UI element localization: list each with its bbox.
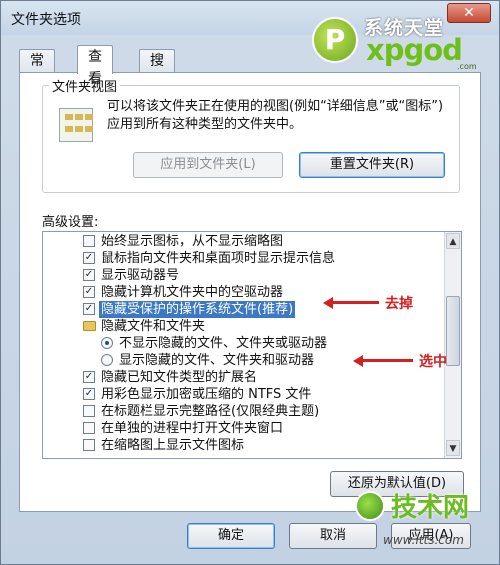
radio-button[interactable]	[101, 354, 113, 366]
checkbox[interactable]	[83, 405, 95, 417]
folder-view-icon	[59, 108, 93, 142]
vertical-scrollbar[interactable]: ▲ ▼	[444, 232, 461, 458]
view-tab-panel: 文件夹视图 可以将该文件夹正在使用的视图(例如“详细信息”或“图标”)应用到所有…	[19, 72, 481, 512]
folder-view-group: 文件夹视图 可以将该文件夹正在使用的视图(例如“详细信息”或“图标”)应用到所有…	[42, 76, 460, 193]
tab-view[interactable]: 查看	[77, 45, 113, 87]
checkbox[interactable]: ✓	[83, 371, 95, 383]
checkbox[interactable]: ✓	[83, 269, 95, 281]
watermark-url: www.itts.com	[383, 533, 464, 547]
radio-button[interactable]	[101, 337, 113, 349]
checkbox[interactable]	[83, 235, 95, 247]
advanced-settings-list[interactable]: 始终显示图标，从不显示缩略图 ✓ 鼠标指向文件夹和桌面项时显示提示信息 ✓ 显示…	[42, 231, 462, 459]
scroll-up-arrow-icon[interactable]: ▲	[446, 233, 460, 249]
folder-options-dialog: 文件夹选项 ✕ P 系统天堂 xpgod .com 常规 查看 搜索 文件夹视图…	[0, 0, 500, 565]
apply-to-folders-button[interactable]: 应用到文件夹(L)	[133, 152, 283, 178]
scroll-down-arrow-icon[interactable]: ▼	[446, 440, 460, 456]
checkbox[interactable]	[83, 439, 95, 451]
annotation-select: 选中	[419, 354, 447, 370]
annotation-remove: 去掉	[385, 296, 413, 312]
checkbox[interactable]: ✓	[83, 303, 95, 315]
checkbox[interactable]: ✓	[83, 286, 95, 298]
watermark-text: 技术网	[391, 493, 470, 523]
site-logo: P 系统天堂 xpgod .com	[312, 13, 487, 71]
tab-general[interactable]: 常规	[19, 49, 55, 91]
checkbox[interactable]: ✓	[83, 388, 95, 400]
annotation-arrow-line	[361, 359, 413, 362]
reset-folders-button[interactable]: 重置文件夹(R)	[299, 152, 445, 178]
tab-search[interactable]: 搜索	[139, 49, 175, 91]
advanced-settings-label: 高级设置:	[42, 215, 99, 230]
logo-badge: P	[312, 17, 358, 63]
folder-icon	[83, 321, 96, 331]
logo-english-text: xpgod	[366, 33, 463, 67]
scrollbar-thumb[interactable]	[446, 296, 460, 366]
window-title: 文件夹选项	[11, 12, 81, 28]
watermark-logo-icon	[355, 491, 385, 521]
site-watermark: 技术网 www.itts.com	[347, 483, 497, 563]
folder-view-label: 文件夹视图	[49, 76, 121, 95]
checkbox[interactable]	[83, 422, 95, 434]
folder-view-description: 可以将该文件夹正在使用的视图(例如“详细信息”或“图标”)应用到所有这种类型的文…	[107, 99, 444, 132]
logo-dotcom: .com	[457, 62, 477, 71]
ok-button[interactable]: 确定	[187, 523, 275, 549]
annotation-arrow-line	[331, 301, 379, 304]
checkbox[interactable]: ✓	[83, 252, 95, 264]
